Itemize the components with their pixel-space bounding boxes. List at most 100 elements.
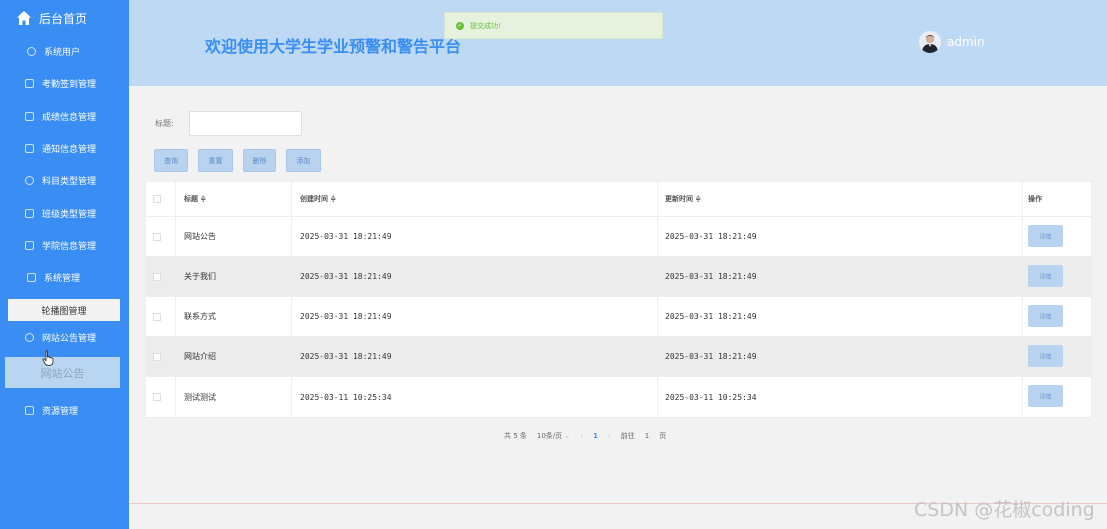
row-checkbox[interactable] — [153, 272, 161, 281]
watermark: CSDN @花椒coding — [914, 499, 1095, 521]
sidebar-item-colleges[interactable]: 学院信息管理 — [0, 230, 129, 260]
column-header-actions: 操作 — [1028, 195, 1042, 203]
sidebar-subitem-carousel[interactable]: 轮播图管理 — [8, 299, 120, 321]
toast-message: 提交成功! — [470, 21, 501, 30]
cloud-icon — [25, 332, 34, 342]
row-created-time: 2025-03-31 18:21:49 — [300, 272, 392, 281]
table-row: 网站介绍 2025-03-31 18:21:49 2025-03-31 18:2… — [146, 337, 1091, 377]
row-created-time: 2025-03-31 18:21:49 — [300, 232, 392, 241]
page-title: 欢迎使用大学生学业预警和警告平台 — [205, 37, 462, 56]
sidebar-item-resources[interactable]: 资源管理 — [0, 395, 129, 425]
announcement-table: 标题 ≑ 创建时间 ≑ 更新时间 ≑ 操作 网站公告 2025-03-31 18… — [145, 181, 1092, 418]
detail-button[interactable]: 详情 — [1028, 265, 1063, 287]
pagination: 共 5 条 10条/页 ⌄ ‹ 1 › 前往 1 页 — [504, 431, 666, 441]
user-menu[interactable]: admin — [919, 31, 985, 53]
sidebar-item-label: 考勤签到管理 — [42, 79, 97, 90]
row-updated-time: 2025-03-31 18:21:49 — [665, 352, 757, 361]
message-icon — [25, 208, 34, 218]
message-icon — [25, 111, 34, 121]
goto-page-input[interactable]: 1 — [645, 432, 649, 440]
sidebar-item-label: 系统用户 — [44, 47, 81, 58]
row-checkbox[interactable] — [153, 312, 161, 321]
reset-button[interactable]: 重置 — [198, 149, 233, 172]
row-title: 联系方式 — [184, 312, 216, 321]
avatar — [919, 31, 941, 53]
pagination-total: 共 5 条 — [504, 432, 527, 440]
sidebar-item-label: 班级类型管理 — [42, 209, 97, 220]
sidebar-item-label: 科目类型管理 — [42, 176, 97, 187]
row-title: 网站介绍 — [184, 352, 216, 361]
row-updated-time: 2025-03-31 18:21:49 — [665, 272, 757, 281]
column-header-created[interactable]: 创建时间 ≑ — [300, 194, 336, 204]
row-checkbox[interactable] — [153, 232, 161, 241]
sidebar-home-link[interactable]: 后台首页 — [16, 8, 87, 28]
document-icon — [25, 240, 34, 250]
page-number-current[interactable]: 1 — [593, 432, 598, 440]
check-circle-icon: ✓ — [456, 21, 464, 30]
sidebar-item-notifications[interactable]: 通知信息管理 — [0, 133, 129, 163]
row-checkbox[interactable] — [153, 352, 161, 361]
username: admin — [947, 35, 985, 49]
row-title: 关于我们 — [184, 272, 216, 281]
row-updated-time: 2025-03-11 10:25:34 — [665, 392, 757, 402]
row-checkbox[interactable] — [153, 393, 161, 401]
success-toast: ✓ 提交成功! — [444, 12, 663, 39]
prev-page-button[interactable]: ‹ — [580, 432, 583, 440]
sidebar-item-label: 系统管理 — [44, 273, 81, 284]
column-header-title[interactable]: 标题 ≑ — [184, 194, 206, 204]
header: 欢迎使用大学生学业预警和警告平台 ✓ 提交成功! admin — [129, 0, 1107, 86]
row-updated-time: 2025-03-31 18:21:49 — [665, 232, 757, 241]
goto-suffix: 页 — [659, 432, 667, 440]
row-created-time: 2025-03-31 18:21:49 — [300, 312, 392, 321]
detail-button[interactable]: 详情 — [1028, 305, 1063, 327]
goto-prefix: 前往 — [620, 432, 635, 440]
sidebar: 后台首页 系统用户 考勤签到管理 成绩信息管理 通知信息管理 科目类型管理 班级… — [0, 0, 129, 529]
sidebar-item-label: 学院信息管理 — [42, 241, 97, 252]
sidebar-item-label: 通知信息管理 — [42, 144, 97, 155]
table-row: 联系方式 2025-03-31 18:21:49 2025-03-31 18:2… — [146, 297, 1091, 337]
detail-button[interactable]: 详情 — [1028, 225, 1063, 247]
detail-button[interactable]: 详情 — [1028, 385, 1063, 407]
edit-icon — [25, 405, 34, 415]
next-page-button[interactable]: › — [608, 432, 611, 440]
cloud-icon — [25, 175, 34, 185]
sidebar-item-system-management[interactable]: 系统管理 — [0, 262, 129, 292]
sidebar-item-attendance[interactable]: 考勤签到管理 — [0, 68, 129, 98]
column-header-updated[interactable]: 更新时间 ≑ — [665, 194, 701, 204]
sidebar-item-announcements[interactable]: 网站公告管理 — [0, 322, 129, 352]
detail-button[interactable]: 详情 — [1028, 345, 1063, 367]
row-title: 测试测试 — [184, 392, 216, 402]
row-title: 网站公告 — [184, 232, 216, 241]
page-size-value: 10条/页 — [536, 432, 563, 440]
add-button[interactable]: 添加 — [286, 149, 321, 172]
delete-button[interactable]: 删除 — [243, 149, 276, 172]
search-title-input[interactable] — [189, 111, 302, 136]
cloud-icon — [27, 46, 36, 56]
home-icon — [17, 11, 31, 25]
user-avatar-icon — [919, 31, 941, 53]
select-all-checkbox[interactable] — [153, 195, 161, 203]
table-row: 关于我们 2025-03-31 18:21:49 2025-03-31 18:2… — [146, 257, 1091, 297]
edit-icon — [27, 272, 36, 282]
table-header-row: 标题 ≑ 创建时间 ≑ 更新时间 ≑ 操作 — [146, 182, 1091, 217]
sidebar-item-label: 资源管理 — [42, 406, 79, 417]
edit-icon — [25, 143, 34, 153]
row-updated-time: 2025-03-31 18:21:49 — [665, 312, 757, 321]
hand-cursor-icon — [42, 350, 54, 366]
sidebar-home-label: 后台首页 — [39, 11, 88, 26]
sidebar-item-subject-types[interactable]: 科目类型管理 — [0, 165, 129, 195]
page-size-select[interactable]: 10条/页 ⌄ — [537, 431, 570, 441]
sidebar-item-label: 成绩信息管理 — [42, 112, 97, 123]
table-row: 测试测试 2025-03-11 10:25:34 2025-03-11 10:2… — [146, 377, 1091, 417]
sidebar-item-label: 网站公告管理 — [42, 333, 97, 344]
search-title-label: 标题: — [155, 119, 174, 128]
query-button[interactable]: 查询 — [154, 149, 188, 172]
row-created-time: 2025-03-31 18:21:49 — [300, 352, 392, 361]
table-row: 网站公告 2025-03-31 18:21:49 2025-03-31 18:2… — [146, 217, 1091, 257]
chevron-down-icon: ⌄ — [564, 432, 571, 440]
sidebar-subitem-announcement[interactable]: 网站公告 — [5, 357, 120, 388]
row-created-time: 2025-03-11 10:25:34 — [300, 392, 392, 402]
sidebar-item-grades[interactable]: 成绩信息管理 — [0, 101, 129, 131]
sidebar-item-system-users[interactable]: 系统用户 — [0, 36, 129, 66]
sidebar-item-class-types[interactable]: 班级类型管理 — [0, 198, 129, 228]
